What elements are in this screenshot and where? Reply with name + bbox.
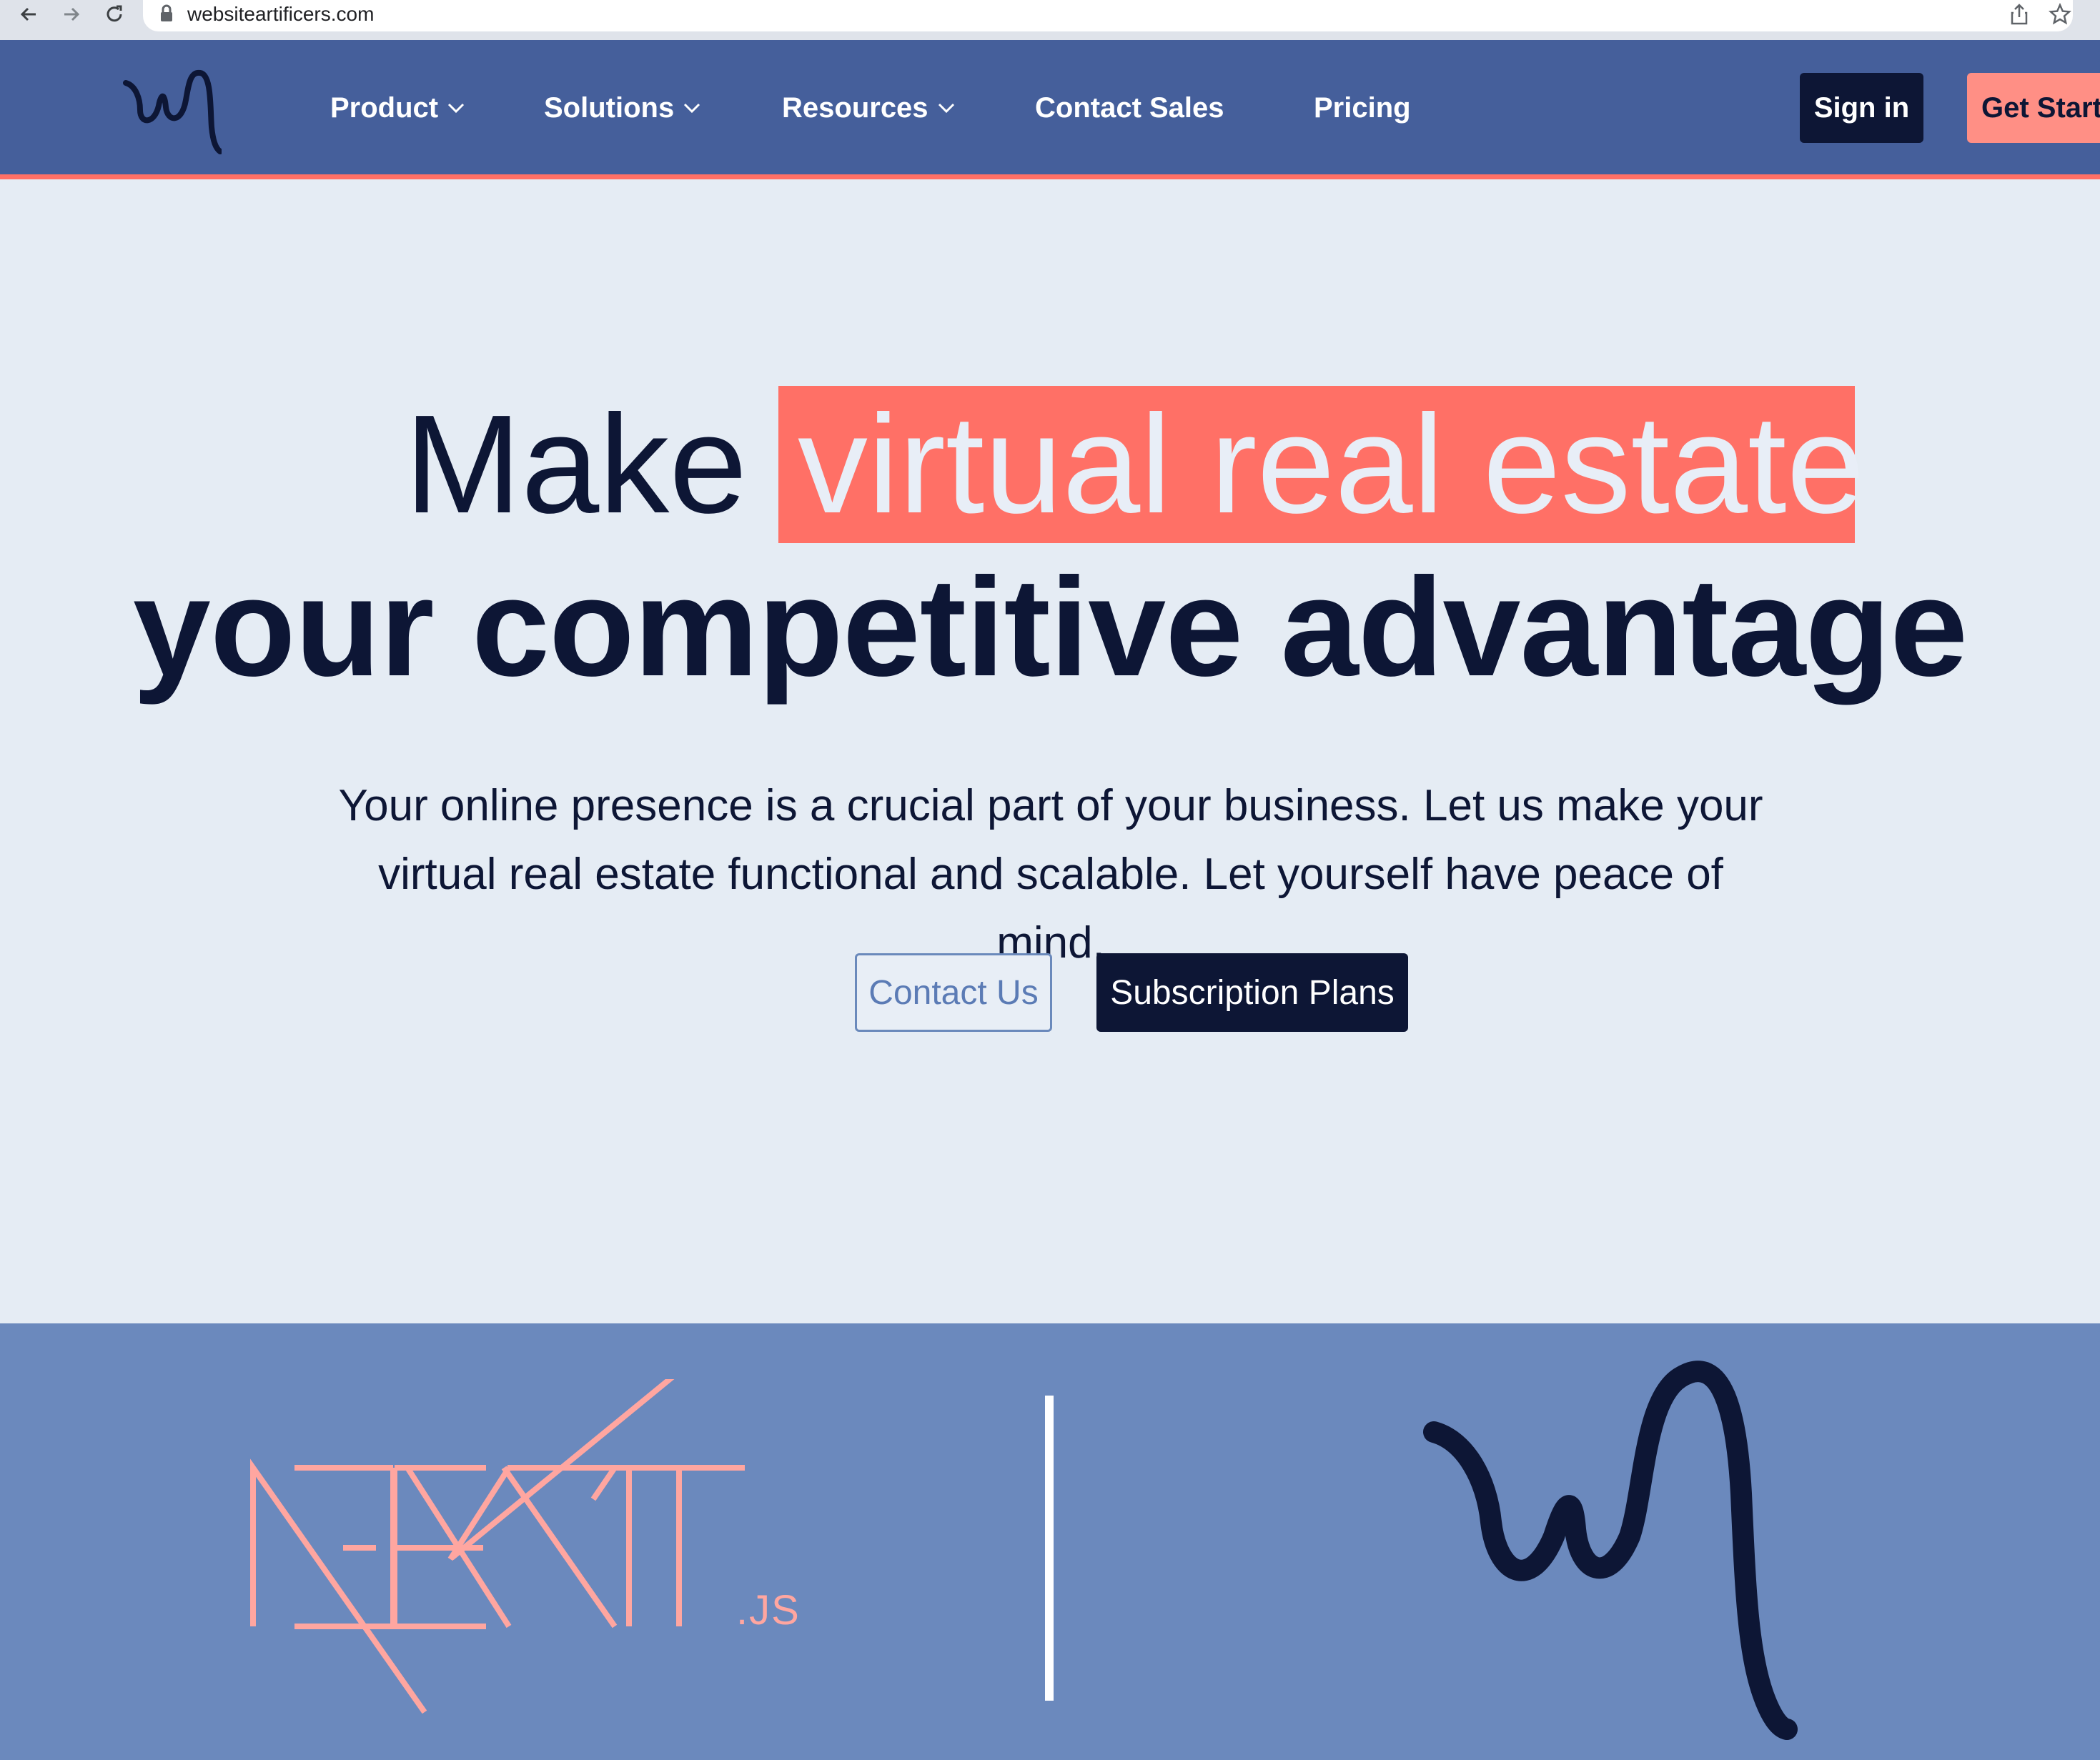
- address-bar[interactable]: [143, 0, 2073, 31]
- nav-product-label: Product: [330, 91, 439, 124]
- browser-toolbar: websiteartificers.com: [0, 0, 2100, 40]
- hero-headline-plain: Make: [405, 386, 748, 542]
- band-divider: [1045, 1396, 1054, 1701]
- nav-pricing-label: Pricing: [1314, 91, 1411, 124]
- url-text[interactable]: websiteartificers.com: [187, 3, 374, 26]
- hero-headline-line1: Make virtual real estate: [0, 386, 2100, 543]
- nav-contact-sales-label: Contact Sales: [1035, 91, 1224, 124]
- hero-headline-line2: your competitive advantage: [132, 549, 1968, 705]
- reload-icon[interactable]: [99, 0, 130, 29]
- nav-product[interactable]: Product: [330, 90, 465, 126]
- hero-headline-highlight: virtual real estate: [798, 386, 1865, 542]
- get-started-button[interactable]: Get Start: [1967, 73, 2100, 143]
- share-icon[interactable]: [2009, 3, 2030, 29]
- brand-logo[interactable]: [122, 64, 223, 161]
- nextjs-logo: .JS: [236, 1373, 822, 1726]
- nav-contact-sales[interactable]: Contact Sales: [1035, 90, 1224, 126]
- bookmark-star-icon[interactable]: [2048, 2, 2072, 29]
- chevron-down-icon: [684, 103, 700, 114]
- brand-logo-large: [1422, 1358, 1823, 1747]
- nav-resources-label: Resources: [782, 91, 928, 124]
- nav-solutions-label: Solutions: [544, 91, 675, 124]
- nav-solutions[interactable]: Solutions: [544, 90, 701, 126]
- forward-arrow-icon[interactable]: [56, 0, 87, 29]
- lock-icon[interactable]: [159, 4, 174, 26]
- nav-resources[interactable]: Resources: [782, 90, 956, 126]
- header-accent-rule: [0, 174, 2100, 179]
- contact-us-button[interactable]: Contact Us: [855, 953, 1052, 1032]
- nav-pricing[interactable]: Pricing: [1314, 90, 1411, 126]
- sign-in-button[interactable]: Sign in: [1800, 73, 1923, 143]
- chevron-down-icon: [938, 103, 954, 114]
- chevron-down-icon: [448, 103, 465, 114]
- back-arrow-icon[interactable]: [13, 0, 44, 29]
- subscription-plans-button[interactable]: Subscription Plans: [1096, 953, 1408, 1032]
- nextjs-logo-text: .JS: [736, 1587, 801, 1634]
- hero-subtitle: Your online presence is a crucial part o…: [338, 781, 1763, 968]
